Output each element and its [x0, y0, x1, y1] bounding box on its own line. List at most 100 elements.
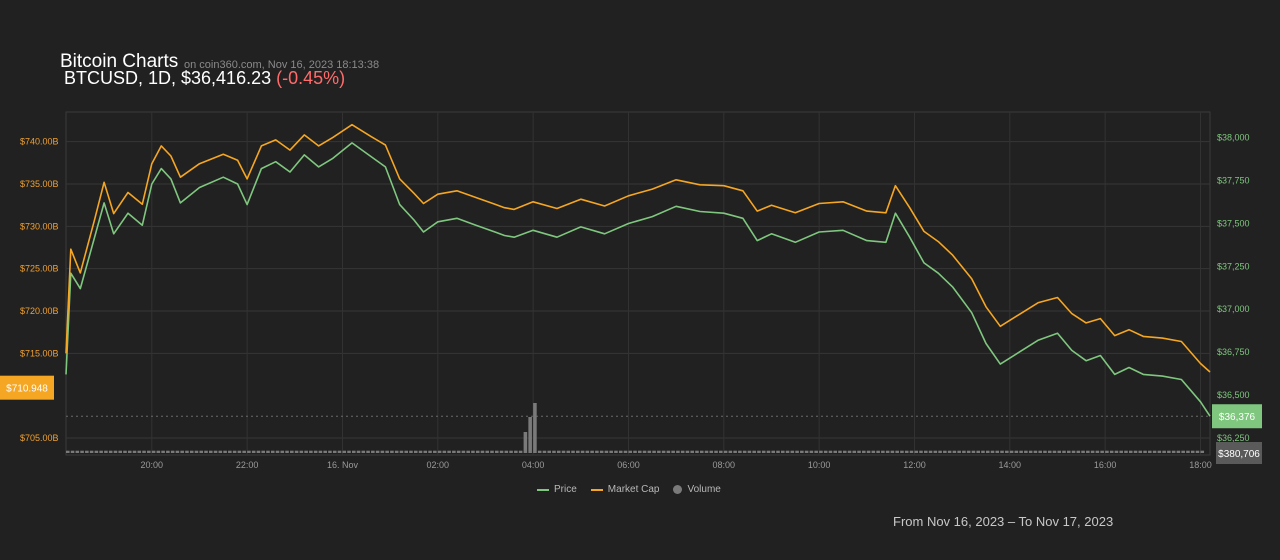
- volume-bar: [495, 450, 499, 453]
- volume-bar: [218, 450, 223, 453]
- volume-bar: [418, 450, 423, 453]
- volume-bar: [771, 450, 776, 453]
- price-chart[interactable]: $740.00B $735.00B $730.00B $725.00B $720.00B…: [0, 0, 1280, 560]
- volume-bar: [914, 450, 919, 453]
- chart-legend: Price Market Cap Volume: [537, 484, 721, 495]
- x-tick-label: 14:00: [999, 460, 1022, 470]
- volume-bar: [642, 450, 647, 453]
- volume-bar: [1095, 450, 1100, 453]
- volume-bar: [628, 450, 633, 453]
- volume-bar: [180, 450, 184, 453]
- volume-bar: [895, 450, 899, 453]
- volume-bar: [275, 450, 280, 453]
- x-tick-label: 12:00: [903, 460, 926, 470]
- volume-bar: [671, 450, 675, 453]
- volume-bar: [1105, 450, 1109, 453]
- volume-bar: [614, 450, 618, 453]
- volume-bar: [1038, 450, 1042, 453]
- volume-bar: [809, 450, 814, 453]
- market-cap-badge-label: $710.948: [6, 384, 48, 395]
- legend-item-price[interactable]: Price: [537, 484, 577, 495]
- volume-bar: [228, 450, 232, 453]
- right-tick-label: $36,750: [1217, 347, 1250, 357]
- legend-item-market-cap[interactable]: Market Cap: [590, 484, 659, 495]
- x-tick-label: 20:00: [141, 460, 164, 470]
- volume-bar: [385, 450, 389, 453]
- volume-bar: [66, 450, 70, 453]
- volume-bar: [800, 450, 804, 453]
- volume-bar: [709, 450, 714, 453]
- volume-bar: [209, 450, 213, 453]
- volume-bar: [1019, 450, 1023, 453]
- volume-bar: [518, 450, 523, 453]
- volume-bar: [194, 450, 199, 453]
- volume-bar: [85, 450, 89, 453]
- volume-bar: [237, 450, 242, 453]
- legend-item-volume[interactable]: Volume: [673, 484, 721, 495]
- right-tick-label: $38,000: [1217, 133, 1250, 143]
- volume-bar: [485, 450, 490, 453]
- volume-bar: [299, 450, 304, 453]
- volume-bars: [66, 403, 1205, 453]
- volume-bar: [552, 450, 556, 453]
- volume-bar: [847, 450, 852, 453]
- volume-bar: [285, 450, 289, 453]
- volume-bar: [804, 450, 809, 453]
- volume-bar: [719, 450, 723, 453]
- volume-bar: [151, 450, 156, 453]
- volume-bar: [461, 450, 466, 453]
- volume-bar: [1128, 450, 1133, 453]
- volume-bar: [99, 450, 103, 453]
- volume-swatch: [673, 485, 683, 494]
- volume-bar: [118, 450, 122, 453]
- volume-bar: [1176, 450, 1181, 453]
- volume-bar: [104, 450, 108, 453]
- volume-bar: [1167, 450, 1171, 453]
- volume-bar: [1195, 450, 1200, 453]
- volume-bar: [261, 450, 265, 453]
- volume-bar: [537, 450, 542, 453]
- volume-bar: [666, 450, 671, 453]
- volume-bar: [604, 450, 609, 453]
- volume-bar: [966, 450, 971, 453]
- volume-bar: [242, 450, 246, 453]
- volume-bar: [409, 450, 413, 453]
- volume-bar: [94, 450, 99, 453]
- market-cap-line: [65, 123, 1211, 373]
- volume-bar: [266, 450, 270, 453]
- volume-bar: [723, 450, 728, 453]
- volume-bar: [1057, 450, 1062, 453]
- volume-bar: [280, 450, 285, 453]
- left-tick-label: $725.00B: [20, 264, 59, 274]
- volume-bar: [1162, 450, 1166, 453]
- left-tick-label: $735.00B: [20, 179, 59, 189]
- volume-bar: [232, 450, 237, 453]
- x-tick-label: 06:00: [617, 460, 640, 470]
- volume-bar: [838, 450, 842, 453]
- volume-bar: [499, 450, 504, 453]
- volume-bar: [342, 450, 347, 453]
- volume-bar: [609, 450, 613, 453]
- volume-bar: [1148, 450, 1152, 453]
- volume-bar: [380, 450, 385, 453]
- volume-bar: [1090, 450, 1095, 453]
- volume-bar: [962, 450, 966, 453]
- volume-bar: [1071, 450, 1076, 453]
- volume-bar: [1033, 450, 1038, 453]
- volume-bar: [990, 450, 995, 453]
- volume-bar: [699, 450, 704, 453]
- volume-bar: [995, 450, 1000, 453]
- volume-bar: [1109, 450, 1114, 453]
- price-badge-label: $36,376: [1219, 412, 1256, 423]
- volume-bar: [371, 450, 375, 453]
- volume-bar: [885, 450, 890, 453]
- plot-frame: [65, 111, 1211, 456]
- volume-bar: [1081, 450, 1085, 453]
- volume-bar: [466, 450, 470, 453]
- volume-bar: [547, 450, 551, 453]
- volume-bar: [1076, 450, 1081, 453]
- volume-bar: [909, 450, 914, 453]
- price-swatch: [537, 488, 549, 491]
- volume-bar: [685, 450, 690, 453]
- right-tick-label: $36,250: [1217, 433, 1250, 443]
